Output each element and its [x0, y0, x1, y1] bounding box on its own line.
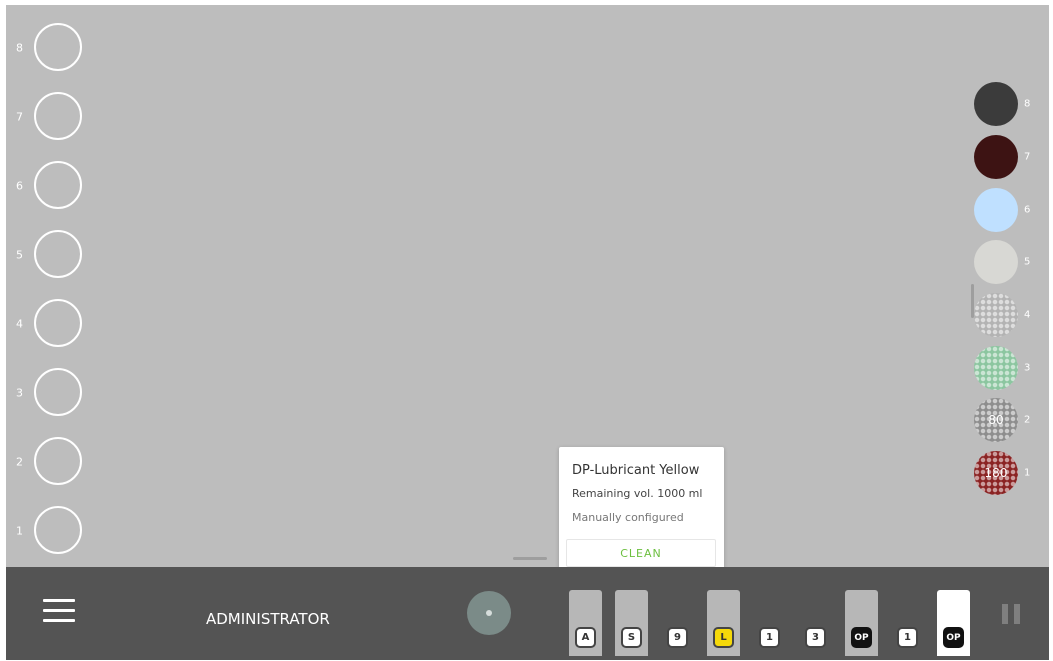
tray-slot[interactable]: L [707, 590, 740, 656]
right-slot[interactable]: 8 [969, 82, 1049, 126]
left-slot[interactable]: 2 [6, 436, 106, 488]
tray-badge: 3 [805, 627, 826, 648]
record-button[interactable] [467, 591, 511, 635]
right-slot-column: 8 7 6 5 4 3 80 2 180 1 [969, 5, 1049, 567]
record-dot-icon [486, 610, 492, 616]
right-slot[interactable]: 7 [969, 135, 1049, 179]
left-slot[interactable]: 8 [6, 22, 106, 74]
empty-slot-ring[interactable] [34, 299, 82, 347]
bottom-bar: ADMINISTRATOR A S 9 L 1 3 OP 1 OP [6, 567, 1049, 660]
tray-slot[interactable]: A [569, 590, 602, 656]
left-slot[interactable]: 4 [6, 298, 106, 350]
slot-number: 1 [16, 524, 23, 538]
color-disc[interactable] [974, 293, 1018, 337]
popover-title: DP-Lubricant Yellow [572, 463, 700, 478]
slot-number: 1 [1024, 467, 1031, 479]
empty-slot-ring[interactable] [34, 92, 82, 140]
slot-number: 2 [1024, 414, 1031, 426]
slot-number: 8 [16, 41, 23, 55]
slot-number: 5 [16, 248, 23, 262]
empty-slot-ring[interactable] [34, 506, 82, 554]
tray-badge: 1 [897, 627, 918, 648]
configuration-note: Manually configured [572, 511, 684, 524]
left-slot[interactable]: 7 [6, 91, 106, 143]
slot-number: 7 [16, 110, 23, 124]
disc-value: 80 [988, 413, 1004, 427]
tray-badge: A [575, 627, 596, 648]
slot-number: 6 [1024, 204, 1031, 216]
left-slot[interactable]: 5 [6, 229, 106, 281]
tray-badge: 1 [759, 627, 780, 648]
slot-number: 3 [16, 386, 23, 400]
user-label: ADMINISTRATOR [206, 610, 330, 628]
tray-slot[interactable]: 1 [753, 590, 786, 656]
empty-slot-ring[interactable] [34, 161, 82, 209]
slot-number: 6 [16, 179, 23, 193]
right-slot[interactable]: 180 1 [969, 451, 1049, 495]
right-slot[interactable]: 4 [969, 293, 1049, 337]
empty-slot-ring[interactable] [34, 437, 82, 485]
color-disc[interactable] [974, 135, 1018, 179]
color-disc[interactable] [974, 188, 1018, 232]
right-slot[interactable]: 3 [969, 346, 1049, 390]
tray-badge: 9 [667, 627, 688, 648]
slot-number: 8 [1024, 98, 1031, 110]
slot-number: 5 [1024, 256, 1031, 268]
color-disc[interactable]: 80 [974, 398, 1018, 442]
right-slot[interactable]: 5 [969, 240, 1049, 284]
slot-number: 7 [1024, 151, 1031, 163]
left-slot[interactable]: 6 [6, 160, 106, 212]
tray-slot[interactable]: 3 [799, 590, 832, 656]
color-disc[interactable] [974, 346, 1018, 390]
slot-number: 4 [1024, 309, 1031, 321]
color-disc[interactable] [974, 240, 1018, 284]
tray-badge: OP [943, 627, 964, 648]
tray-slot[interactable]: 1 [891, 590, 924, 656]
tray-slot[interactable]: S [615, 590, 648, 656]
empty-slot-ring[interactable] [34, 368, 82, 416]
pause-icon[interactable] [1000, 604, 1022, 624]
menu-icon[interactable] [43, 599, 75, 623]
tray-badge: L [713, 627, 734, 648]
lubricant-popover: DP-Lubricant Yellow Remaining vol. 1000 … [559, 447, 727, 583]
slot-number: 4 [16, 317, 23, 331]
left-slot[interactable]: 3 [6, 367, 106, 419]
left-slot-column: 8 7 6 5 4 3 2 1 [6, 5, 106, 567]
tray-badge: S [621, 627, 642, 648]
slot-number: 3 [1024, 362, 1031, 374]
right-slot[interactable]: 6 [969, 188, 1049, 232]
empty-slot-ring[interactable] [34, 230, 82, 278]
drag-handle[interactable] [513, 557, 547, 560]
tray-badge: OP [851, 627, 872, 648]
tray-slot[interactable]: 9 [661, 590, 694, 656]
clean-button[interactable]: CLEAN [566, 539, 716, 567]
empty-slot-ring[interactable] [34, 23, 82, 71]
tray-slot[interactable]: OP [845, 590, 878, 656]
disc-value: 180 [984, 466, 1008, 480]
slot-number: 2 [16, 455, 23, 469]
right-slot[interactable]: 80 2 [969, 398, 1049, 442]
color-disc[interactable]: 180 [974, 451, 1018, 495]
workspace-stage: 8 7 6 5 4 3 2 1 8 7 6 5 4 3 80 2 180 1 [6, 5, 1049, 567]
tray-slot[interactable]: OP [937, 590, 970, 656]
remaining-volume: Remaining vol. 1000 ml [572, 487, 703, 500]
left-slot[interactable]: 1 [6, 505, 106, 557]
color-disc[interactable] [974, 82, 1018, 126]
